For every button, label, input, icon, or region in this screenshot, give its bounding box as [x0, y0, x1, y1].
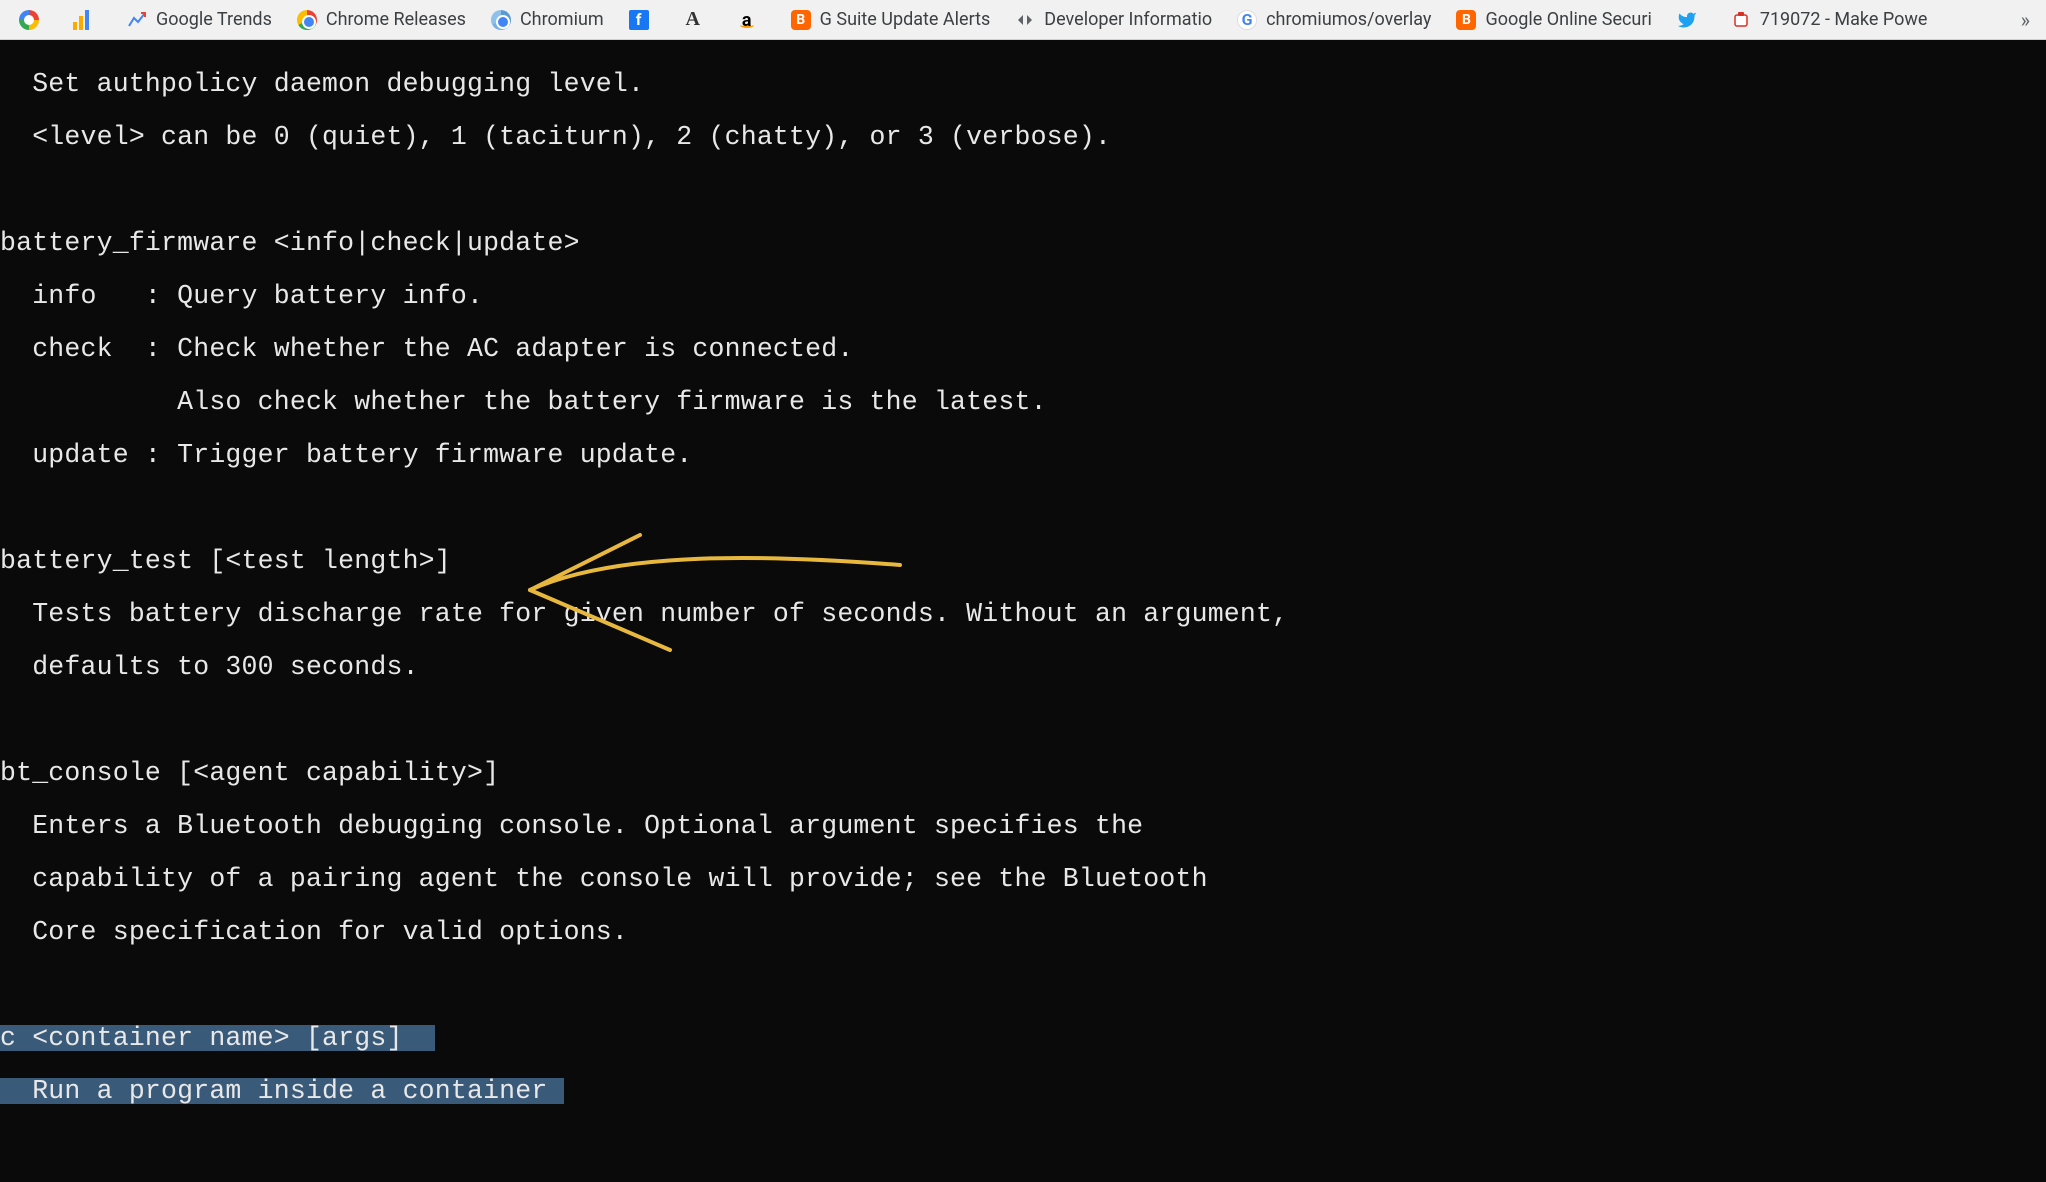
bookmark-label: Chromium	[520, 9, 604, 30]
chevron-double-right-icon: »	[2021, 8, 2030, 32]
bookmark-item-amazon[interactable]: a	[726, 4, 776, 36]
bookmark-item-trends[interactable]: Google Trends	[116, 4, 282, 36]
terminal-line: Core specification for valid options.	[0, 919, 2046, 946]
blogger-icon: B	[1455, 9, 1477, 31]
terminal-line: battery_firmware <info|check|update>	[0, 230, 2046, 257]
bookmark-label: Developer Informatio	[1044, 9, 1212, 30]
terminal-line: Also check whether the battery firmware …	[0, 389, 2046, 416]
opera-icon	[18, 9, 40, 31]
facebook-icon: f	[628, 9, 650, 31]
bookmark-label: G Suite Update Alerts	[820, 9, 991, 30]
terminal-line: <level> can be 0 (quiet), 1 (taciturn), …	[0, 124, 2046, 151]
bookmark-item-chromiumos[interactable]: G chromiumos/overlay	[1226, 4, 1441, 36]
bookmark-label: Chrome Releases	[326, 9, 466, 30]
bookmark-item-chromium[interactable]: Chromium	[480, 4, 614, 36]
analytics-icon	[72, 9, 94, 31]
google-g-icon: G	[1236, 9, 1258, 31]
bookmark-label: Google Online Securi	[1485, 9, 1651, 30]
terminal-line: battery_test [<test length>]	[0, 548, 2046, 575]
terminal-line: info : Query battery info.	[0, 283, 2046, 310]
terminal-line	[0, 972, 2046, 999]
terminal-line: check : Check whether the AC adapter is …	[0, 336, 2046, 363]
bookmark-label: chromiumos/overlay	[1266, 9, 1431, 30]
twitter-icon	[1676, 9, 1698, 31]
chrome-icon	[296, 9, 318, 31]
selected-text: c <container name> [args]	[0, 1025, 435, 1052]
gdev-icon	[1014, 9, 1036, 31]
terminal-line-highlighted: c <container name> [args]	[0, 1025, 2046, 1052]
bookmark-item-bug[interactable]: 719072 - Make Powe	[1720, 4, 1938, 36]
terminal-line: Enters a Bluetooth debugging console. Op…	[0, 813, 2046, 840]
terminal-line: bt_console [<agent capability>]	[0, 760, 2046, 787]
bookmark-item-gsuite[interactable]: B G Suite Update Alerts	[780, 4, 1001, 36]
bookmark-item-devinfo[interactable]: Developer Informatio	[1004, 4, 1222, 36]
amazon-icon: a	[736, 9, 758, 31]
selected-text: Run a program inside a container	[0, 1078, 564, 1105]
terminal-line-highlighted: Run a program inside a container	[0, 1078, 2046, 1105]
bug-icon	[1730, 9, 1752, 31]
bookmark-label: Google Trends	[156, 9, 272, 30]
terminal-line: update : Trigger battery firmware update…	[0, 442, 2046, 469]
bookmark-item-twitter[interactable]	[1666, 4, 1716, 36]
bookmark-label: 719072 - Make Powe	[1760, 9, 1928, 30]
letter-a-icon: A	[682, 9, 704, 31]
bookmark-item-fb[interactable]: f	[618, 4, 668, 36]
arrow-annotation-icon	[520, 520, 920, 660]
terminal-line: defaults to 300 seconds.	[0, 654, 2046, 681]
bookmark-item-0[interactable]	[8, 4, 58, 36]
bookmarks-overflow-button[interactable]: »	[2013, 4, 2038, 36]
terminal-line	[0, 177, 2046, 204]
bookmark-item-chrome-releases[interactable]: Chrome Releases	[286, 4, 476, 36]
trends-icon	[126, 9, 148, 31]
bookmarks-bar: Google Trends Chrome Releases Chromium f…	[0, 0, 2046, 40]
terminal-line	[0, 495, 2046, 522]
bookmark-item-1[interactable]	[62, 4, 112, 36]
terminal-line	[0, 1131, 2046, 1158]
terminal-line	[0, 707, 2046, 734]
terminal-line: Set authpolicy daemon debugging level.	[0, 71, 2046, 98]
terminal-line: capability of a pairing agent the consol…	[0, 866, 2046, 893]
bookmark-item-security[interactable]: B Google Online Securi	[1445, 4, 1661, 36]
terminal-output[interactable]: Set authpolicy daemon debugging level. <…	[0, 40, 2046, 1182]
terminal-line: Tests battery discharge rate for given n…	[0, 601, 2046, 628]
chromium-icon	[490, 9, 512, 31]
blogger-icon: B	[790, 9, 812, 31]
bookmark-item-a[interactable]: A	[672, 4, 722, 36]
